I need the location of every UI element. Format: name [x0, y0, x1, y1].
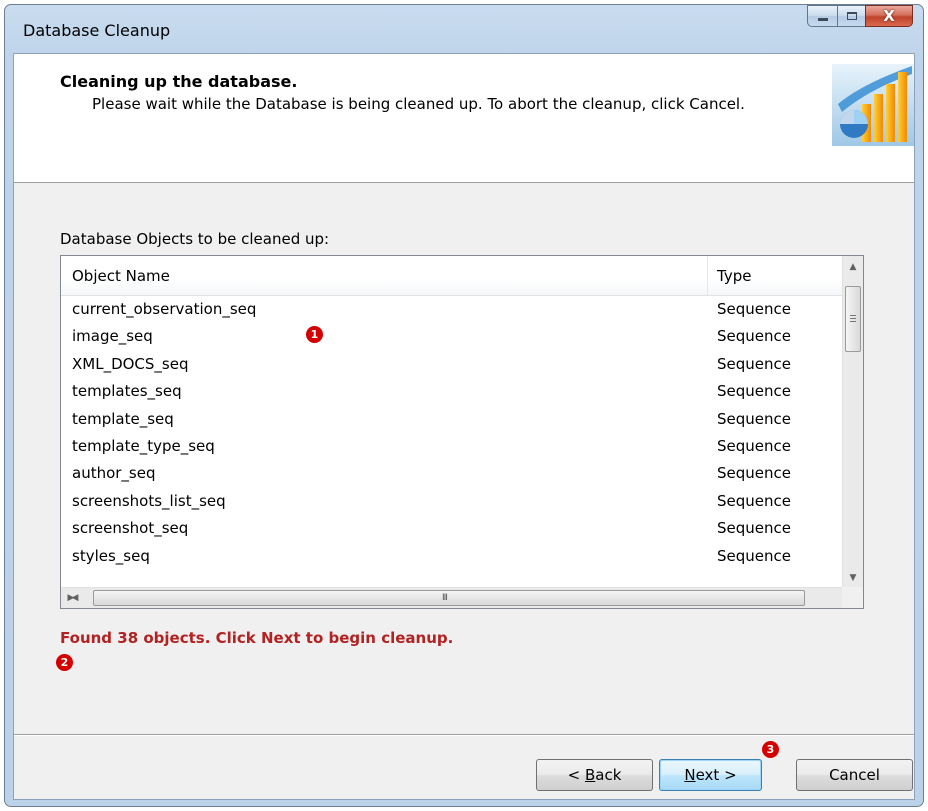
scroll-right-icon[interactable]: ▶: [61, 589, 81, 607]
object-name-cell: screenshot_seq: [72, 519, 189, 538]
objects-list[interactable]: Object Name Type current_observation_seq…: [60, 255, 864, 609]
dialog-client-area: Cleaning up the database. Please wait wh…: [13, 53, 915, 800]
callout-marker-2: 2: [56, 654, 73, 671]
status-message: Found 38 objects. Click Next to begin cl…: [60, 629, 454, 647]
object-type-cell: Sequence: [717, 382, 791, 401]
scroll-up-icon[interactable]: ▲: [843, 258, 863, 276]
close-icon: X: [883, 7, 895, 25]
next-button[interactable]: Next >: [659, 759, 762, 791]
list-body: current_observation_seq Sequence image_se…: [61, 296, 843, 589]
callout-marker-1: 1: [306, 326, 323, 343]
list-row[interactable]: templates_seq Sequence: [61, 378, 843, 405]
object-type-cell: Sequence: [717, 409, 791, 428]
back-button[interactable]: < Back: [536, 759, 653, 791]
horizontal-scroll-thumb[interactable]: III: [93, 590, 805, 606]
back-prefix: <: [567, 766, 585, 784]
chart-icon: [832, 64, 914, 146]
maximize-button[interactable]: [837, 5, 865, 27]
back-mnemonic: B: [584, 766, 596, 784]
list-label: Database Objects to be cleaned up:: [60, 230, 330, 248]
minimize-icon: [817, 17, 828, 21]
list-row[interactable]: template_seq Sequence: [61, 406, 843, 433]
object-type-cell: Sequence: [717, 546, 791, 565]
grip-line: [850, 315, 856, 316]
list-row[interactable]: image_seq Sequence: [61, 323, 843, 350]
list-row[interactable]: screenshot_seq Sequence: [61, 515, 843, 542]
scrollbar-corner: [842, 587, 863, 608]
grip-line: [850, 321, 856, 322]
close-button[interactable]: X: [865, 5, 913, 27]
scroll-down-icon[interactable]: ▼: [843, 569, 863, 587]
title-bar[interactable]: Database Cleanup X: [5, 5, 923, 53]
list-row[interactable]: XML_DOCS_seq Sequence: [61, 351, 843, 378]
object-name-cell: screenshots_list_seq: [72, 491, 226, 510]
caption-buttons: X: [807, 5, 913, 27]
object-type-cell: Sequence: [717, 436, 791, 455]
object-type-cell: Sequence: [717, 354, 791, 373]
horizontal-grip: III: [442, 593, 448, 603]
horizontal-scrollbar[interactable]: ◀ III ▶: [61, 587, 843, 608]
header-subtitle: Please wait while the Database is being …: [92, 95, 745, 113]
object-name-cell: XML_DOCS_seq: [72, 354, 189, 373]
grip-line: [850, 318, 856, 319]
object-type-cell: Sequence: [717, 519, 791, 538]
header-title: Cleaning up the database.: [60, 72, 298, 91]
callout-marker-3: 3: [762, 741, 779, 758]
next-mnemonic: N: [684, 766, 696, 784]
minimize-button[interactable]: [807, 5, 837, 27]
object-type-cell: Sequence: [717, 300, 791, 318]
vertical-scrollbar[interactable]: ▲ ▼: [842, 256, 863, 589]
object-type-cell: Sequence: [717, 327, 791, 346]
object-name-cell: template_type_seq: [72, 436, 215, 455]
list-row[interactable]: screenshots_list_seq Sequence: [61, 488, 843, 515]
cancel-button[interactable]: Cancel: [796, 759, 913, 791]
object-type-cell: Sequence: [717, 464, 791, 483]
list-row[interactable]: current_observation_seq Sequence: [61, 296, 843, 323]
object-name-cell: author_seq: [72, 464, 156, 483]
window-title: Database Cleanup: [23, 21, 171, 40]
dialog-window: Database Cleanup X Cleaning up the datab…: [4, 4, 924, 807]
list-row[interactable]: template_type_seq Sequence: [61, 433, 843, 460]
button-separator: [14, 734, 914, 736]
list-header: Object Name Type: [61, 256, 843, 296]
wizard-header: Cleaning up the database. Please wait wh…: [14, 54, 914, 183]
object-type-cell: Sequence: [717, 491, 791, 510]
vertical-scroll-thumb[interactable]: [845, 286, 861, 352]
object-name-cell: templates_seq: [72, 382, 182, 401]
maximize-icon: [846, 12, 857, 20]
object-name-cell: image_seq: [72, 327, 153, 346]
object-name-cell: current_observation_seq: [72, 300, 257, 318]
column-header-type[interactable]: Type: [708, 256, 843, 295]
list-row[interactable]: author_seq Sequence: [61, 460, 843, 487]
next-label-rest: ext >: [695, 766, 737, 784]
column-header-object-name[interactable]: Object Name: [61, 256, 708, 295]
object-name-cell: template_seq: [72, 409, 174, 428]
back-label-rest: ack: [595, 766, 622, 784]
list-row[interactable]: styles_seq Sequence: [61, 543, 843, 570]
object-name-cell: styles_seq: [72, 546, 150, 565]
